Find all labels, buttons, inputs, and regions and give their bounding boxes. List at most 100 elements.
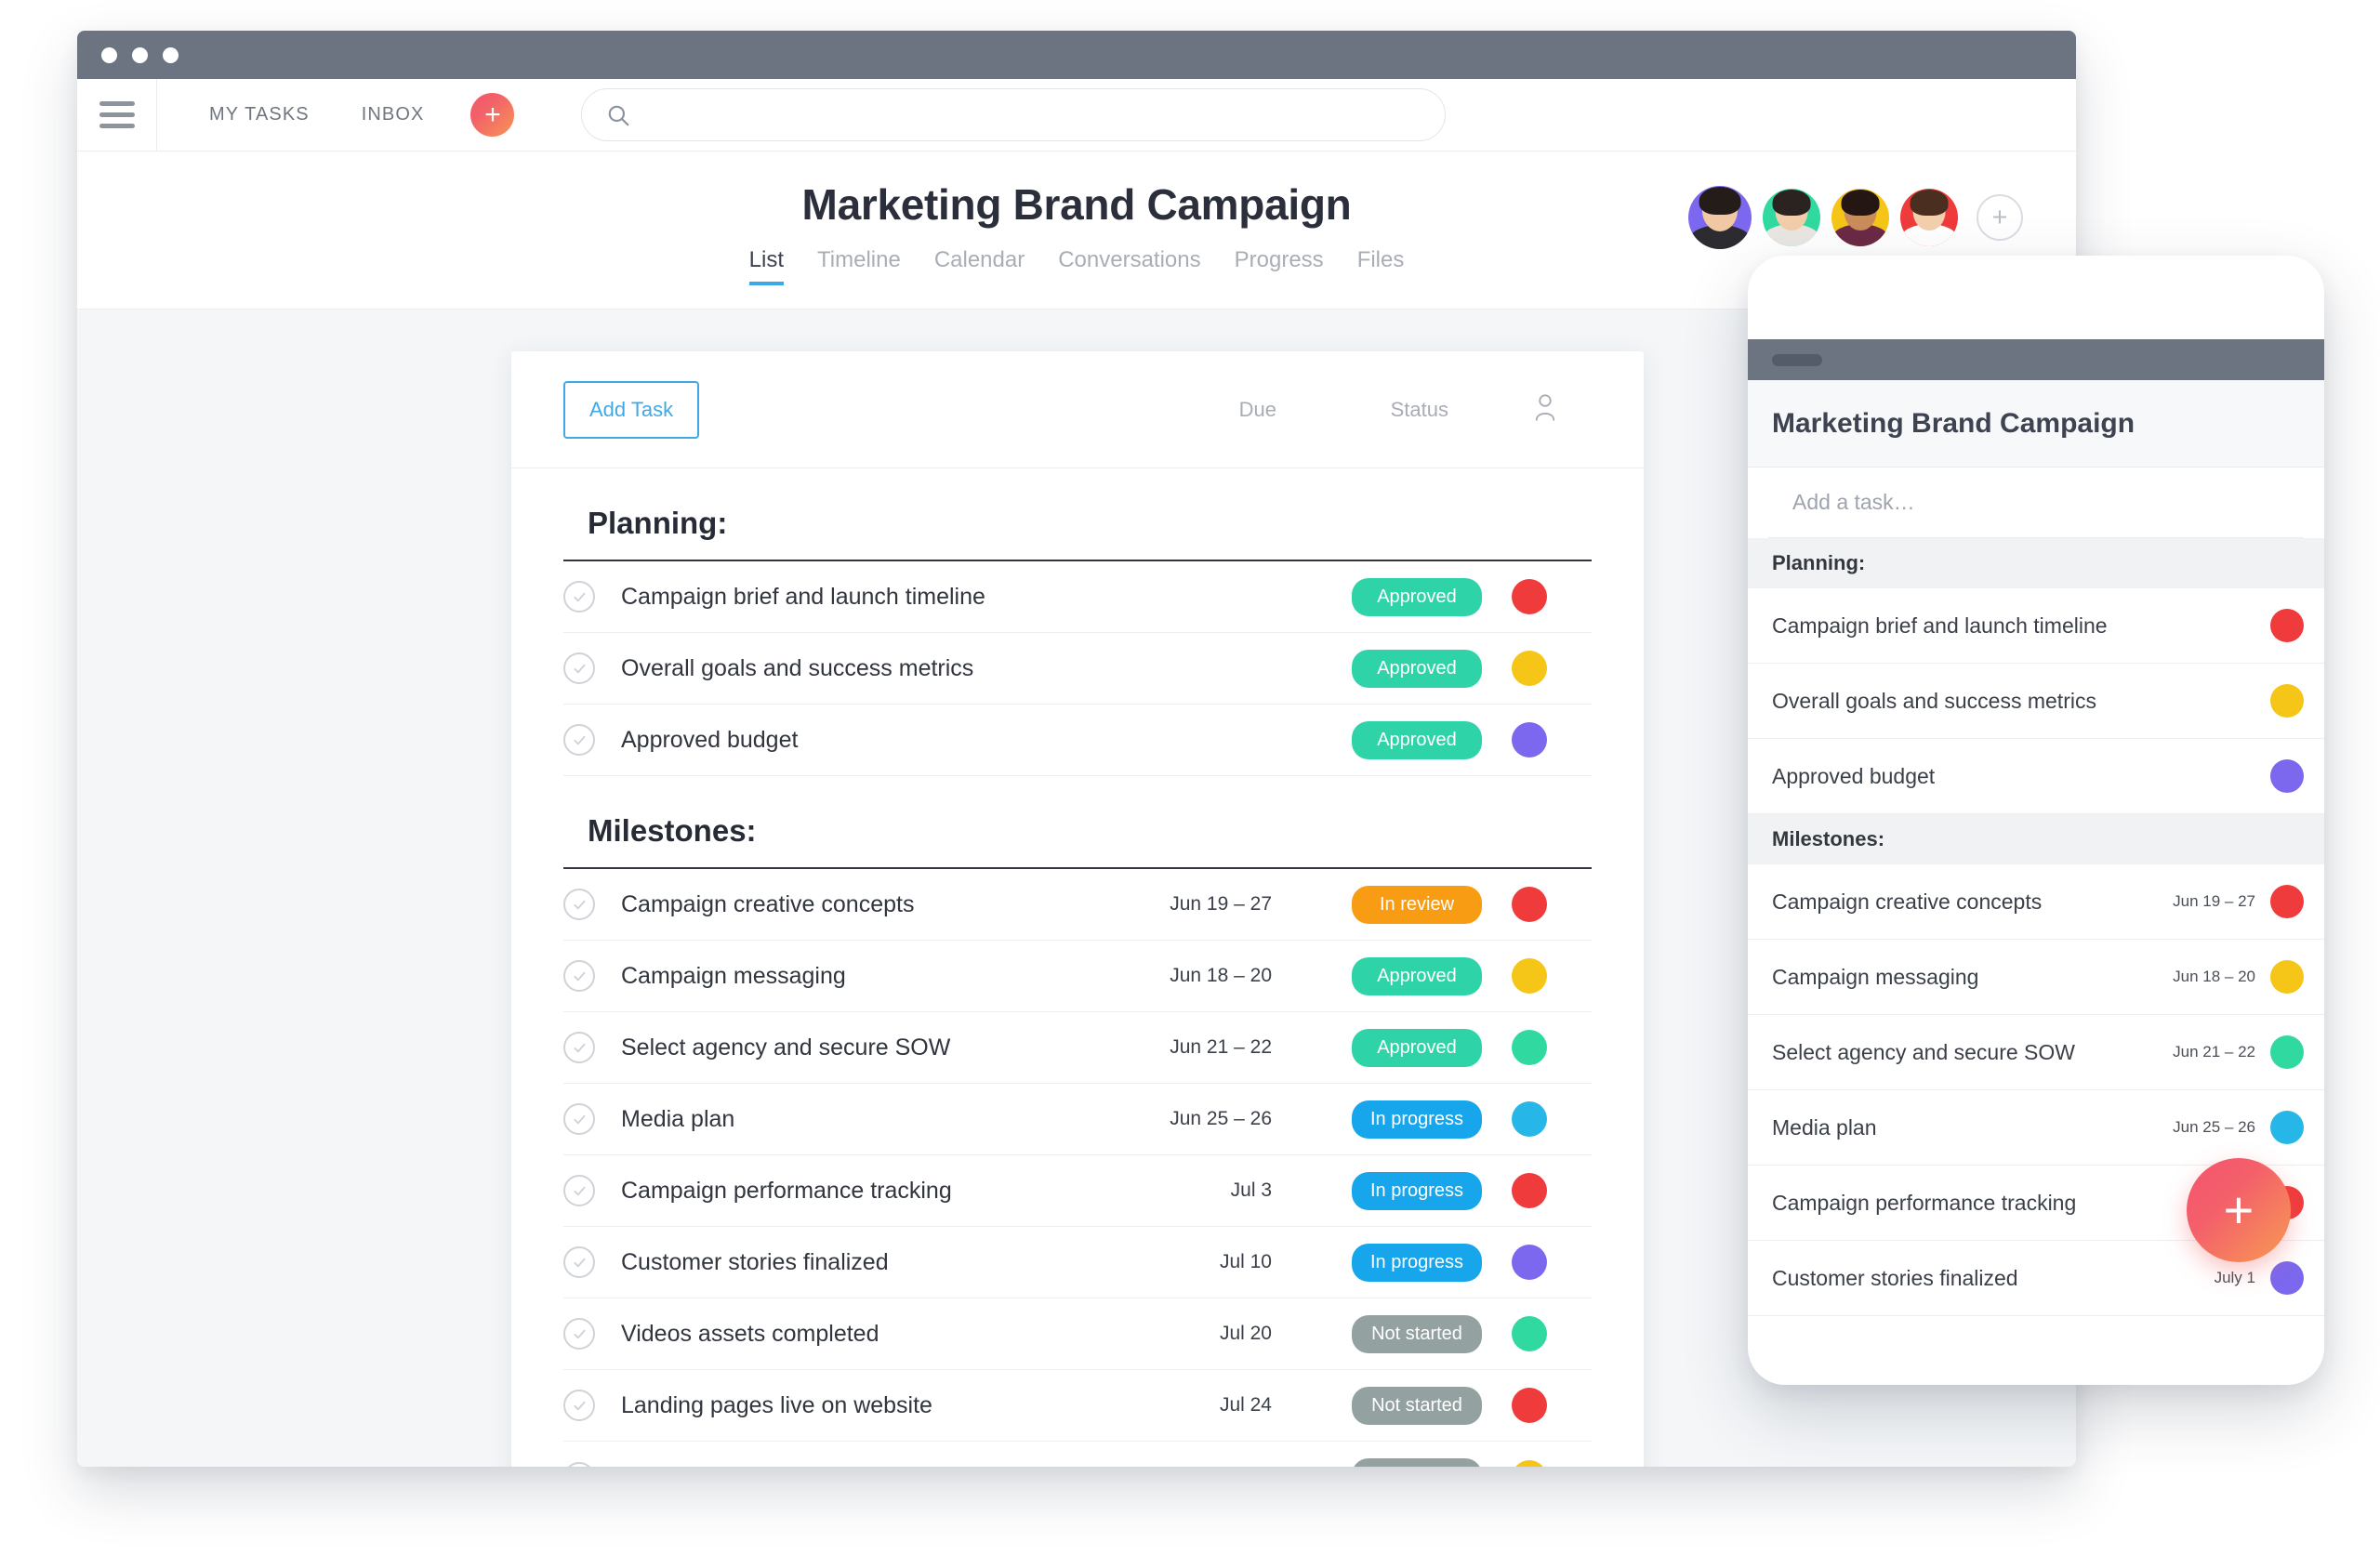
task-complete-checkbox[interactable] (563, 960, 595, 992)
task-complete-checkbox[interactable] (563, 1390, 595, 1421)
table-row[interactable]: Media plan Jun 25 – 26 In progress (563, 1084, 1592, 1155)
tab-timeline[interactable]: Timeline (817, 247, 901, 285)
section-title: Milestones: (563, 776, 1592, 869)
avatar[interactable] (2270, 684, 2304, 718)
tab-list[interactable]: List (748, 247, 784, 285)
avatar[interactable] (1512, 887, 1547, 922)
tab-files[interactable]: Files (1357, 247, 1405, 285)
list-item[interactable]: Overall goals and success metrics (1748, 664, 2324, 739)
status-badge[interactable]: In progress (1352, 1171, 1482, 1210)
mobile-app-window: Marketing Brand Campaign Add a task… Pla… (1748, 256, 2324, 1385)
avatar[interactable] (1512, 1388, 1547, 1423)
avatar[interactable] (1512, 651, 1547, 686)
task-complete-checkbox[interactable] (563, 724, 595, 756)
table-row[interactable]: Overall goals and success metrics Approve… (563, 633, 1592, 705)
nav-link-my-tasks[interactable]: MY TASKS (209, 104, 310, 125)
task-name: Campaign launch! (621, 1464, 809, 1467)
status-badge[interactable]: Approved (1352, 649, 1482, 688)
check-icon (573, 592, 586, 601)
status-badge[interactable]: Approved (1352, 720, 1482, 759)
task-complete-checkbox[interactable] (563, 1032, 595, 1063)
check-icon (573, 1401, 586, 1410)
status-badge[interactable]: In progress (1352, 1243, 1482, 1282)
tab-conversations[interactable]: Conversations (1058, 247, 1200, 285)
task-complete-checkbox[interactable] (563, 889, 595, 920)
avatar[interactable] (1688, 186, 1752, 249)
list-item[interactable]: Media plan Jun 25 – 26 (1748, 1090, 2324, 1166)
avatar[interactable] (1512, 1173, 1547, 1208)
avatar[interactable] (2270, 885, 2304, 918)
phone-add-task-input[interactable]: Add a task… (1768, 468, 2304, 538)
task-name: Campaign creative concepts (1772, 889, 2043, 914)
avatar[interactable] (1512, 579, 1547, 614)
avatar[interactable] (2270, 1035, 2304, 1069)
task-complete-checkbox[interactable] (563, 652, 595, 684)
tab-progress[interactable]: Progress (1235, 247, 1324, 285)
avatar[interactable] (1512, 958, 1547, 994)
task-complete-checkbox[interactable] (563, 1461, 595, 1467)
task-due-date: Jun 25 – 26 (1170, 1108, 1272, 1129)
add-task-button[interactable]: Add Task (563, 380, 700, 439)
tab-calendar[interactable]: Calendar (934, 247, 1025, 285)
list-item[interactable]: Campaign brief and launch timeline (1748, 588, 2324, 664)
window-minimize-button[interactable] (132, 46, 148, 63)
table-row[interactable]: Campaign launch! Aug 1 Not started (563, 1442, 1592, 1467)
status-badge[interactable]: Not started (1352, 1314, 1482, 1353)
table-row[interactable]: Campaign messaging Jun 18 – 20 Approved (563, 941, 1592, 1012)
phone-status-bar (1748, 339, 2324, 380)
avatar[interactable] (1831, 189, 1889, 246)
window-maximize-button[interactable] (163, 46, 178, 63)
task-name: Overall goals and success metrics (621, 654, 974, 681)
status-badge[interactable]: Approved (1352, 577, 1482, 616)
nav-link-inbox[interactable]: INBOX (362, 104, 425, 125)
avatar[interactable] (2270, 609, 2304, 642)
avatar[interactable] (1512, 1101, 1547, 1137)
avatar[interactable] (1763, 189, 1820, 246)
task-complete-checkbox[interactable] (563, 1175, 595, 1206)
list-item[interactable]: Campaign messaging Jun 18 – 20 (1748, 940, 2324, 1015)
status-badge[interactable]: Not started (1352, 1458, 1482, 1467)
table-row[interactable]: Customer stories finalized Jul 10 In progr… (563, 1227, 1592, 1298)
task-name: Select agency and secure SOW (621, 1034, 951, 1061)
avatar[interactable] (2270, 1111, 2304, 1144)
table-row[interactable]: Landing pages live on website Jul 24 Not s… (563, 1370, 1592, 1442)
avatar[interactable] (1512, 1030, 1547, 1065)
list-item[interactable]: Approved budget (1748, 739, 2324, 814)
table-row[interactable]: Select agency and secure SOW Jun 21 – 22 A… (563, 1012, 1592, 1084)
table-row[interactable]: Videos assets completed Jul 20 Not started (563, 1298, 1592, 1370)
task-complete-checkbox[interactable] (563, 1318, 595, 1350)
quick-add-button[interactable]: + (470, 93, 515, 137)
avatar[interactable] (1512, 1459, 1547, 1467)
avatar[interactable] (1512, 1245, 1547, 1280)
avatar[interactable] (1900, 189, 1958, 246)
phone-add-task-fab[interactable]: + (2187, 1158, 2291, 1262)
list-item[interactable]: Select agency and secure SOW Jun 21 – 22 (1748, 1015, 2324, 1090)
table-row[interactable]: Campaign performance tracking Jul 3 In pro… (563, 1155, 1592, 1227)
status-badge[interactable]: In review (1352, 885, 1482, 924)
task-complete-checkbox[interactable] (563, 581, 595, 613)
table-row[interactable]: Approved budget Approved (563, 705, 1592, 776)
task-name: Media plan (1772, 1114, 1877, 1140)
check-icon (573, 900, 586, 909)
avatar[interactable] (1512, 722, 1547, 758)
task-due-date: Jul 24 (1219, 1394, 1272, 1416)
search-input[interactable] (643, 104, 1421, 125)
status-badge[interactable]: Approved (1352, 956, 1482, 995)
window-close-button[interactable] (101, 46, 117, 63)
avatar[interactable] (1512, 1316, 1547, 1351)
avatar[interactable] (2270, 1261, 2304, 1295)
status-badge[interactable]: Not started (1352, 1386, 1482, 1425)
avatar[interactable] (2270, 759, 2304, 793)
avatar[interactable] (2270, 960, 2304, 994)
task-complete-checkbox[interactable] (563, 1246, 595, 1278)
list-item[interactable]: Campaign creative concepts Jun 19 – 27 (1748, 864, 2324, 940)
table-row[interactable]: Campaign creative concepts Jun 19 – 27 In … (563, 869, 1592, 941)
search-bar[interactable] (581, 88, 1447, 141)
task-due-date: Jun 19 – 27 (2173, 892, 2255, 910)
table-row[interactable]: Campaign brief and launch timeline Approv… (563, 561, 1592, 633)
add-member-button[interactable]: + (1977, 194, 2023, 241)
status-badge[interactable]: In progress (1352, 1100, 1482, 1139)
menu-button[interactable] (77, 78, 157, 152)
task-complete-checkbox[interactable] (563, 1103, 595, 1135)
status-badge[interactable]: Approved (1352, 1028, 1482, 1067)
